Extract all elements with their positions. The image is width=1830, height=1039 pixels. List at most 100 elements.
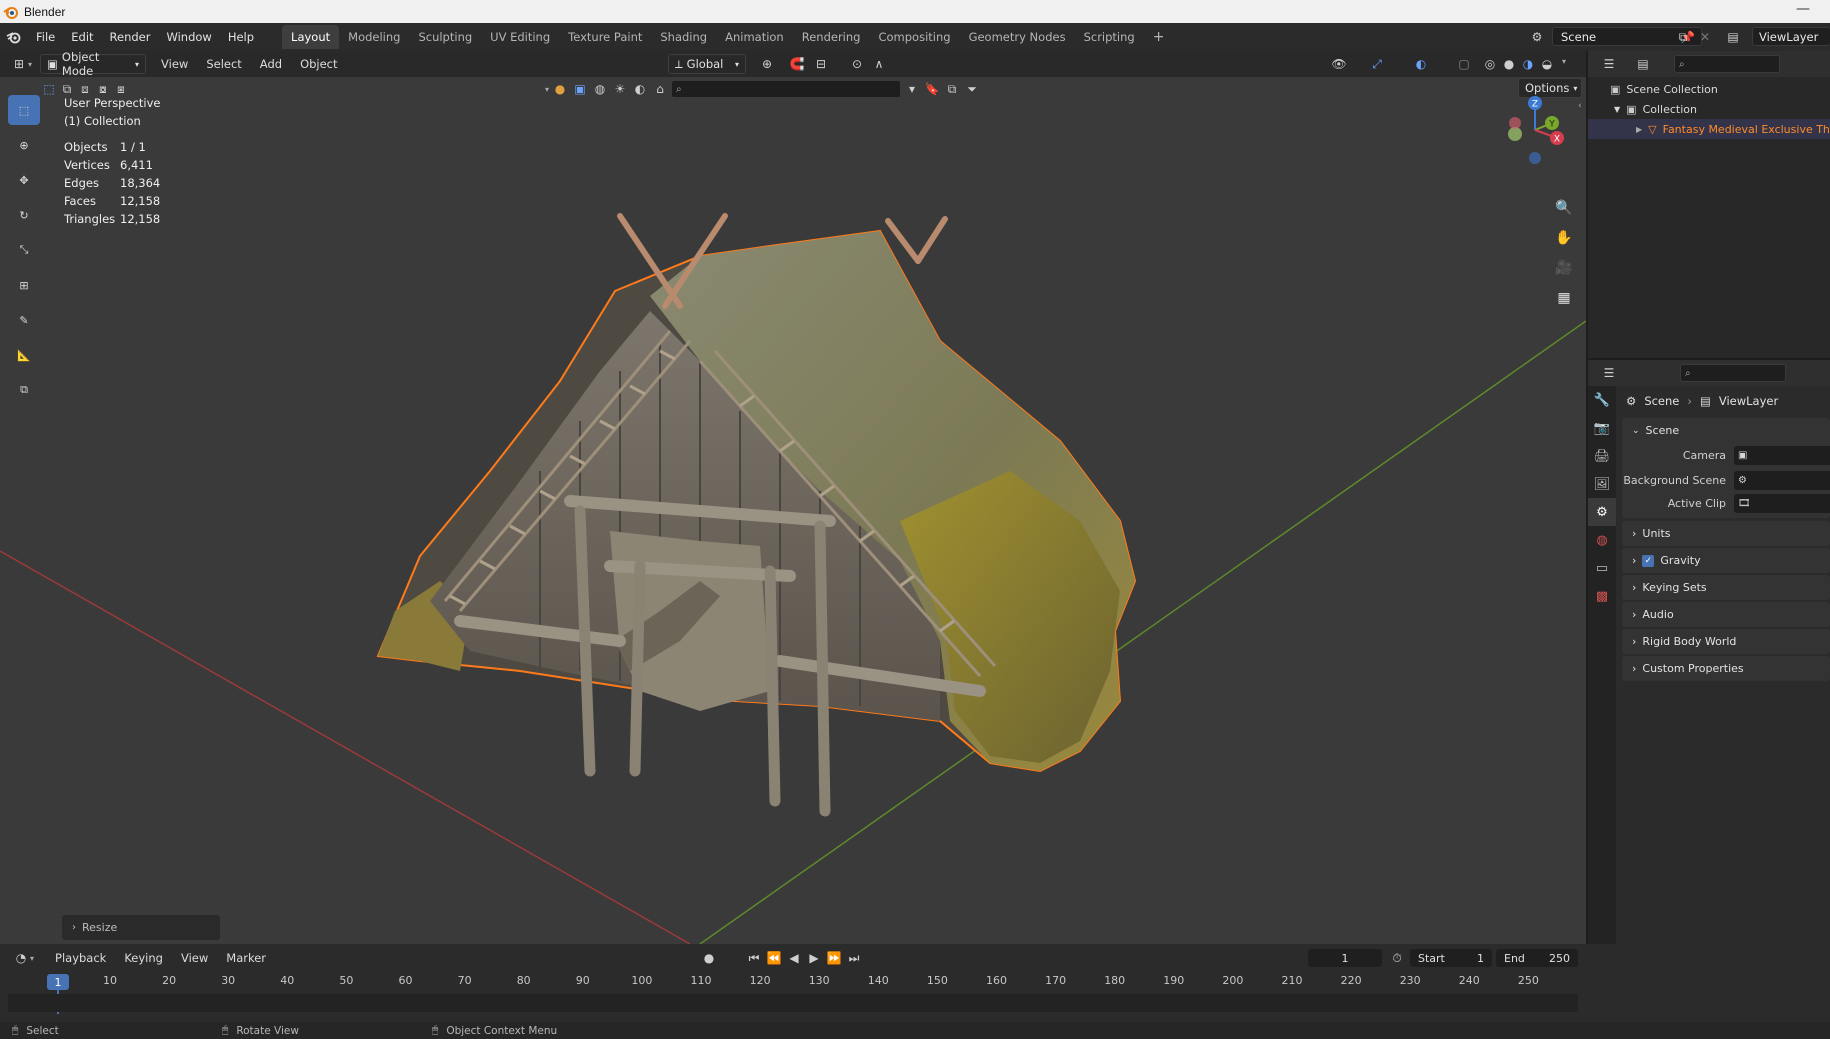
properties-search-input[interactable]: ⌕: [1680, 364, 1786, 382]
scale-tool[interactable]: ⤡: [8, 235, 40, 265]
pan-hand-icon[interactable]: ✋: [1552, 226, 1576, 250]
view-layer-icon[interactable]: ▤: [1724, 28, 1742, 46]
tab-texture-paint[interactable]: Texture Paint: [559, 25, 651, 49]
timeline-menu-keying[interactable]: Keying: [115, 947, 172, 969]
menu-file[interactable]: File: [28, 23, 63, 51]
outliner-editor-type-icon[interactable]: ☰: [1600, 55, 1618, 73]
xray-icon[interactable]: ▢: [1455, 55, 1473, 73]
funnel-icon[interactable]: ⏷: [963, 80, 981, 98]
navigation-gizmo[interactable]: Z Y X: [1495, 95, 1575, 165]
timeline-menu-marker[interactable]: Marker: [217, 947, 275, 969]
filter-chevron-icon[interactable]: ▾: [545, 85, 549, 94]
menu-render[interactable]: Render: [102, 23, 159, 51]
sidebar-toggle-chevron-icon[interactable]: ‹: [1578, 101, 1582, 111]
3d-viewport[interactable]: ⊞ ▾ ▣ Object Mode ▾ View Select Add Obje…: [0, 51, 1586, 944]
tab-shading[interactable]: Shading: [651, 25, 716, 49]
collection-tab-icon[interactable]: ▭: [1588, 554, 1616, 582]
background-scene-field[interactable]: ⚙: [1734, 471, 1830, 490]
bookmark-icon[interactable]: 🔖: [923, 80, 941, 98]
editor-type-chevron-icon[interactable]: ▾: [28, 60, 32, 69]
cursor-tool[interactable]: ⊕: [8, 130, 40, 160]
filter-object-icon[interactable]: ▣: [571, 80, 589, 98]
scene-panel-header[interactable]: ⌄ Scene: [1622, 418, 1830, 443]
gravity-panel[interactable]: › ✓ Gravity: [1622, 548, 1830, 573]
wireframe-shading-icon[interactable]: ◎: [1481, 55, 1499, 73]
gravity-panel-header[interactable]: › ✓ Gravity: [1622, 548, 1830, 573]
collection-filter-icon[interactable]: ⧉: [943, 80, 961, 98]
tab-modeling[interactable]: Modeling: [339, 25, 409, 49]
output-tab-icon[interactable]: 🖨: [1588, 442, 1616, 470]
viewport-search-input[interactable]: ⌕: [671, 80, 902, 98]
tab-scripting[interactable]: Scripting: [1075, 25, 1144, 49]
chevron-down-icon[interactable]: ▾: [30, 954, 34, 963]
timeline-menu-view[interactable]: View: [172, 947, 217, 969]
outliner-search-input[interactable]: ⌕: [1674, 55, 1780, 73]
filter-light-icon[interactable]: ☀: [611, 80, 629, 98]
expand-arrow-icon[interactable]: ▼: [1614, 105, 1620, 114]
current-frame-field[interactable]: 1: [1308, 949, 1382, 967]
units-panel[interactable]: › Units: [1622, 521, 1830, 546]
add-cube-tool[interactable]: ⧉: [8, 375, 40, 405]
rigid-body-world-panel[interactable]: › Rigid Body World: [1622, 629, 1830, 654]
texture-tab-icon[interactable]: ▩: [1588, 582, 1616, 610]
delete-scene-icon[interactable]: ✕: [1696, 28, 1714, 46]
timeline-menu-playback[interactable]: Playback: [46, 947, 115, 969]
properties-editor-type-icon[interactable]: ☰: [1600, 364, 1618, 382]
filter-camera-icon[interactable]: ⌂: [651, 80, 669, 98]
view-layer-tab-icon[interactable]: 🖼: [1588, 470, 1616, 498]
pivot-point-icon[interactable]: ⊕: [758, 55, 776, 73]
viewport-menu-view[interactable]: View: [152, 53, 197, 75]
units-panel-header[interactable]: › Units: [1622, 521, 1830, 546]
shading-options-chevron-icon[interactable]: ▾: [1562, 57, 1566, 66]
audio-panel-header[interactable]: › Audio: [1622, 602, 1830, 627]
falloff-icon[interactable]: ∧: [870, 55, 888, 73]
custom-properties-panel-header[interactable]: › Custom Properties: [1622, 656, 1830, 681]
tab-geometry-nodes[interactable]: Geometry Nodes: [960, 25, 1075, 49]
color-object-icon[interactable]: ●: [551, 80, 569, 98]
visibility-icon[interactable]: 👁: [1330, 55, 1348, 73]
tool-tab-icon[interactable]: 🔧: [1588, 386, 1616, 414]
gizmo-toggle-icon[interactable]: ⤢: [1368, 55, 1386, 73]
prev-keyframe-icon[interactable]: ⏪: [765, 949, 783, 967]
menu-edit[interactable]: Edit: [63, 23, 101, 51]
blender-menu-icon[interactable]: [0, 29, 28, 45]
view-layer-selector[interactable]: ViewLayer: [1752, 27, 1830, 46]
material-shading-icon[interactable]: ◑: [1519, 55, 1537, 73]
world-tab-icon[interactable]: ◍: [1588, 526, 1616, 554]
transform-tool[interactable]: ⊞: [8, 270, 40, 300]
scene-tab-icon[interactable]: ⚙: [1588, 498, 1616, 526]
play-reverse-icon[interactable]: ◀: [785, 949, 803, 967]
end-frame-field[interactable]: End 250: [1496, 949, 1578, 967]
scene-type-icon[interactable]: ⚙: [1528, 28, 1546, 46]
last-operator-panel[interactable]: › Resize: [62, 915, 220, 940]
rendered-shading-icon[interactable]: ◒: [1538, 55, 1556, 73]
play-icon[interactable]: ▶: [805, 949, 823, 967]
expand-arrow-icon[interactable]: ▶: [1636, 125, 1642, 134]
tab-uv-editing[interactable]: UV Editing: [481, 25, 559, 49]
frame-ruler[interactable]: 10 20 30 40 50 60 70 80 90 100 110 120 130 140 150 160 1…: [8, 974, 1586, 992]
tab-animation[interactable]: Animation: [716, 25, 793, 49]
timeline-editor-type-icon[interactable]: ◔: [12, 949, 30, 967]
move-tool[interactable]: ✥: [8, 165, 40, 195]
jump-end-icon[interactable]: ⏭: [845, 949, 863, 967]
tree-row-scene-collection[interactable]: ▣ Scene Collection: [1588, 79, 1830, 99]
timeline-track[interactable]: [8, 994, 1578, 1012]
measure-tool[interactable]: 📐: [8, 340, 40, 370]
stopwatch-icon[interactable]: ⏱: [1388, 949, 1406, 967]
render-tab-icon[interactable]: 📷: [1588, 414, 1616, 442]
rigid-body-world-panel-header[interactable]: › Rigid Body World: [1622, 629, 1830, 654]
custom-properties-panel[interactable]: › Custom Properties: [1622, 656, 1830, 681]
proportional-edit-icon[interactable]: ⊙: [848, 55, 866, 73]
tab-rendering[interactable]: Rendering: [793, 25, 870, 49]
keying-sets-panel[interactable]: › Keying Sets: [1622, 575, 1830, 600]
playhead[interactable]: 1: [47, 974, 69, 990]
display-mode-icon[interactable]: ▤: [1634, 55, 1652, 73]
start-frame-field[interactable]: Start 1: [1410, 949, 1492, 967]
overlay-toggle-icon[interactable]: ◐: [1412, 55, 1430, 73]
rotate-tool[interactable]: ↻: [8, 200, 40, 230]
annotate-tool[interactable]: ✎: [8, 305, 40, 335]
filter-world-icon[interactable]: ◐: [631, 80, 649, 98]
viewport-menu-add[interactable]: Add: [251, 53, 291, 75]
filter-dropdown-icon[interactable]: ▾: [903, 80, 921, 98]
record-icon[interactable]: ●: [700, 949, 718, 967]
